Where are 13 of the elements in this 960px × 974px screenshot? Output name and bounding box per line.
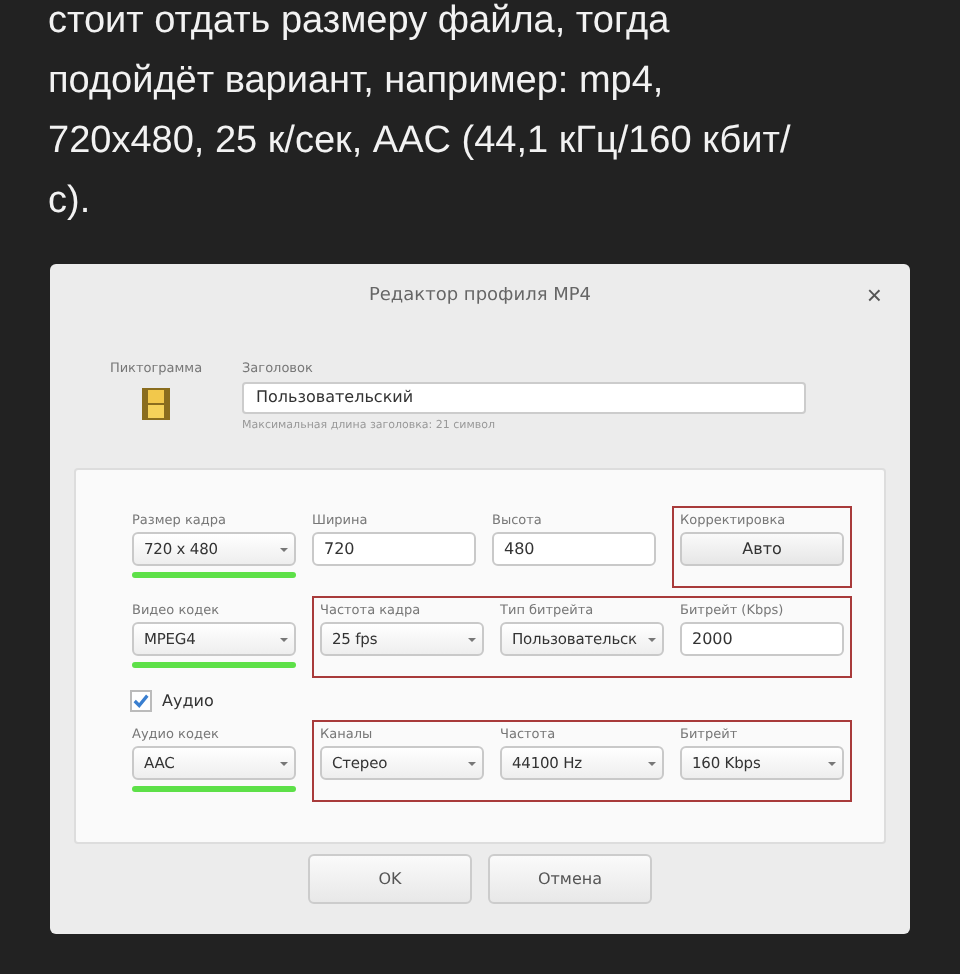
input-field[interactable]: 2000 (680, 622, 844, 656)
dialog-button[interactable]: OK (308, 854, 472, 904)
input-field[interactable]: 480 (492, 532, 656, 566)
close-button[interactable]: × (862, 282, 886, 310)
film-icon (142, 388, 170, 420)
input-field[interactable]: 720 (312, 532, 476, 566)
checkbox[interactable] (130, 690, 152, 712)
dialog-button[interactable]: Отмена (488, 854, 652, 904)
auto-button[interactable]: Авто (680, 532, 844, 566)
audio-label: Аудио (162, 692, 214, 710)
article-paragraph: стоит отдать размеру файла, тогда подойдёт вариант, например: mp4, 720x480, 25 к/сек, AAC (44,1 кГц/160 кбит/ с). (48, 0, 793, 226)
title-field[interactable]: Пользовательский (242, 382, 806, 414)
window-title: Редактор профиля MP4 (368, 286, 592, 306)
